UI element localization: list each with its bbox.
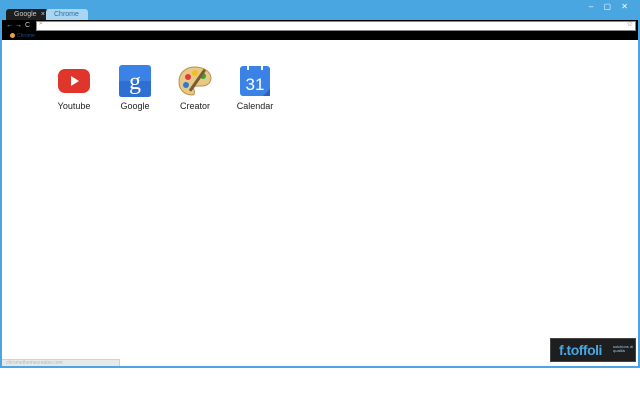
browser-window: Google × Chrome – ▢ ✕ ← → C ⌕ ☆ Chrome Y…: [0, 0, 640, 368]
title-bar: Google × Chrome – ▢ ✕: [2, 0, 638, 20]
bookmark-icon: [10, 33, 15, 39]
youtube-icon: [58, 69, 90, 93]
logo-text: f.toffoli: [559, 342, 602, 358]
logo-tagline: solutions di qualità: [613, 344, 634, 353]
google-icon: g: [119, 65, 151, 97]
star-icon[interactable]: ☆: [627, 20, 633, 28]
app-label: Google: [120, 101, 150, 111]
calendar-day: 31: [246, 75, 265, 94]
app-label: Youtube: [57, 101, 91, 111]
tab-google[interactable]: Google ×: [6, 9, 48, 20]
forward-icon[interactable]: →: [15, 20, 22, 32]
address-bar[interactable]: ⌕ ☆: [36, 20, 636, 31]
reload-icon[interactable]: C: [25, 20, 30, 32]
palette-icon: [178, 66, 212, 96]
tab-label: Chrome: [54, 11, 79, 18]
search-icon: ⌕: [39, 20, 43, 27]
bookmarks-bar: Chrome: [2, 32, 638, 40]
status-bar: chromethemecreator.com: [2, 359, 120, 366]
app-label: Creator: [179, 101, 210, 111]
close-icon[interactable]: ×: [41, 9, 45, 20]
bookmark-item[interactable]: Chrome: [10, 32, 35, 40]
window-controls[interactable]: – ▢ ✕: [589, 2, 632, 11]
tab-chrome[interactable]: Chrome: [46, 9, 88, 20]
tab-label: Google: [14, 11, 37, 18]
back-icon[interactable]: ←: [6, 20, 13, 32]
app-calendar[interactable]: 31 Calendar: [225, 65, 285, 111]
svg-text:g: g: [129, 69, 141, 95]
calendar-icon: 31: [240, 65, 270, 96]
app-youtube[interactable]: Youtube: [44, 65, 104, 111]
app-google[interactable]: g Google: [105, 65, 165, 111]
app-creator[interactable]: Creator: [165, 65, 225, 111]
app-label: Calendar: [236, 101, 274, 111]
toolbar: ← → C ⌕ ☆: [2, 20, 638, 32]
bookmark-label: Chrome: [17, 33, 35, 39]
brand-logo: f.toffoli solutions di qualità: [550, 338, 636, 362]
